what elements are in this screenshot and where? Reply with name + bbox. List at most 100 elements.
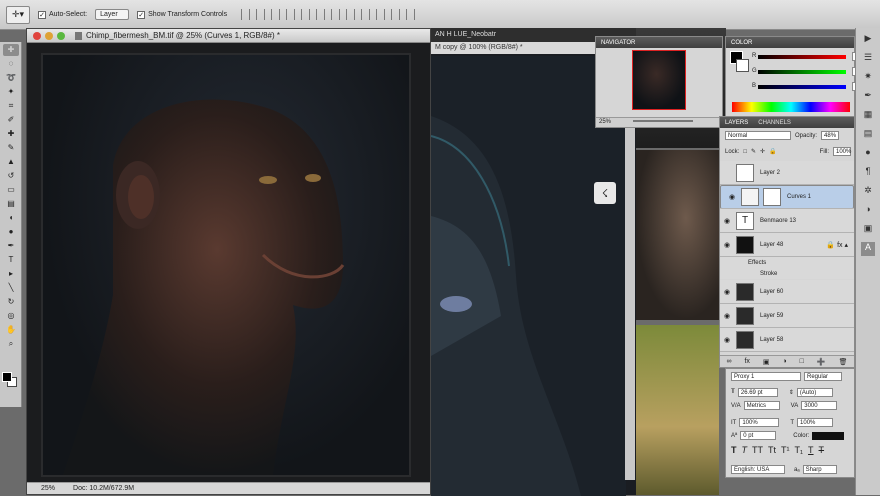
baseline-shift-field[interactable]: 0 pt [740, 431, 777, 440]
quick-select-tool-icon[interactable]: ✦ [3, 86, 19, 98]
show-transform-checkbox[interactable]: ✓ Show Transform Controls [137, 10, 227, 19]
layer-mask-thumbnail[interactable] [763, 188, 781, 206]
character-icon[interactable]: A [861, 242, 875, 256]
usb-icon[interactable]: ☇ [594, 182, 616, 204]
layer-row[interactable]: ◉ Layer 59 [720, 304, 854, 328]
auto-select-checkbox[interactable]: ✓ Auto-Select: [38, 10, 87, 19]
align-bottom-icon[interactable] [271, 9, 281, 20]
layer-row[interactable]: ◉ Layer 58 [720, 328, 854, 352]
distribute-top-icon[interactable] [331, 9, 341, 20]
g-slider[interactable] [758, 70, 846, 74]
zoom-icon[interactable] [57, 31, 65, 40]
r-slider[interactable] [758, 55, 846, 59]
horizontal-scale-field[interactable]: 100% [797, 418, 834, 427]
crop-tool-icon[interactable]: ⌗ [3, 100, 19, 112]
layer-name[interactable]: Layer 60 [760, 289, 783, 295]
subscript-icon[interactable]: T₁ [795, 445, 804, 455]
layer-name[interactable]: Benmaore 13 [760, 218, 796, 224]
canvas[interactable] [41, 53, 411, 477]
layer-name[interactable]: Layer 59 [760, 313, 783, 319]
clone-source-icon[interactable]: ✲ [861, 185, 875, 199]
layer-row[interactable]: ◉ Layer 48 🔒 fx ▴ [720, 233, 854, 257]
shape-tool-icon[interactable]: ╲ [3, 282, 19, 294]
opacity-field[interactable]: 48% [821, 131, 840, 140]
b-slider[interactable] [758, 85, 846, 89]
tab-color[interactable]: COLOR [726, 40, 757, 46]
eye-icon[interactable]: ◉ [725, 193, 739, 201]
stroke-effect-row[interactable]: Stroke [720, 268, 854, 279]
tab-channels[interactable]: CHANNELS [753, 120, 796, 126]
align-vcenter-icon[interactable] [256, 9, 266, 20]
type-tool-icon[interactable]: T [3, 254, 19, 266]
font-family-dropdown[interactable]: Proxy 1 [731, 372, 801, 381]
navigator-zoom[interactable]: 25% [599, 119, 611, 125]
color-spectrum[interactable] [732, 102, 850, 112]
eye-icon[interactable]: ◉ [720, 241, 734, 249]
checkbox-box[interactable]: ✓ [38, 10, 46, 19]
tab-navigator[interactable]: NAVIGATOR [596, 40, 640, 46]
swatches-icon[interactable]: ▦ [861, 109, 875, 123]
kerning-field[interactable]: Metrics [743, 401, 780, 410]
distribute-hcenter-icon[interactable] [391, 9, 401, 20]
layer-name[interactable]: Curves 1 [787, 194, 811, 200]
delete-layer-icon[interactable]: 🗑 [839, 358, 848, 366]
align-hcenter-icon[interactable] [301, 9, 311, 20]
link-layers-icon[interactable]: ∞ [726, 358, 731, 365]
blend-mode-dropdown[interactable]: Normal [725, 131, 791, 140]
hand-tool-icon[interactable]: ✋ [3, 324, 19, 336]
auto-select-target-dropdown[interactable]: Layer [95, 9, 130, 20]
new-group-icon[interactable]: □ [800, 358, 804, 365]
faux-italic-icon[interactable]: T [742, 445, 748, 455]
layer-row[interactable]: ◉ Curves 1 [720, 185, 854, 209]
pen-tool-icon[interactable]: ✒ [3, 240, 19, 252]
brush-tool-icon[interactable]: ✎ [3, 142, 19, 154]
adjustment-layer-icon[interactable]: ◑ [782, 358, 786, 365]
eyedropper-tool-icon[interactable]: ✐ [3, 114, 19, 126]
gradient-tool-icon[interactable]: ▤ [3, 198, 19, 210]
fx-icon[interactable]: 🔒 fx ▴ [826, 241, 848, 249]
styles-icon[interactable]: ● [861, 147, 875, 161]
antialias-dropdown[interactable]: Sharp [802, 465, 837, 474]
3d-orbit-tool-icon[interactable]: ◎ [3, 310, 19, 322]
clone-stamp-tool-icon[interactable]: ▲ [3, 156, 19, 168]
history-icon[interactable]: ☰ [861, 52, 875, 66]
masks-icon[interactable]: ◑ [861, 204, 875, 218]
doc-size[interactable]: Doc: 10.2M/672.9M [73, 485, 134, 492]
tab-layers[interactable]: LAYERS [720, 120, 753, 126]
layer-name[interactable]: Layer 2 [760, 170, 780, 176]
underline-icon[interactable]: T [808, 445, 814, 455]
lock-transparent-icon[interactable]: □ [743, 149, 747, 155]
tool-presets-icon[interactable]: ▤ [861, 128, 875, 142]
tool-preset-picker[interactable]: ✛▾ [6, 5, 30, 24]
brush-presets-icon[interactable]: ✷ [861, 71, 875, 85]
align-right-icon[interactable] [316, 9, 326, 20]
all-caps-icon[interactable]: TT [752, 445, 763, 455]
healing-tool-icon[interactable]: ✚ [3, 128, 19, 140]
layer-name[interactable]: Layer 58 [760, 337, 783, 343]
font-size-field[interactable]: 26.69 pt [737, 388, 778, 397]
tracking-field[interactable]: 3000 [801, 401, 838, 410]
vertical-scale-field[interactable]: 100% [739, 418, 780, 427]
faux-bold-icon[interactable]: T [731, 445, 737, 455]
leading-field[interactable]: (Auto) [796, 388, 833, 397]
eye-icon[interactable]: ◉ [720, 288, 734, 296]
lock-pixels-icon[interactable]: ✎ [751, 148, 756, 155]
eye-icon[interactable]: ◉ [720, 217, 734, 225]
path-select-tool-icon[interactable]: ▸ [3, 268, 19, 280]
superscript-icon[interactable]: T¹ [781, 445, 790, 455]
add-style-icon[interactable]: fx [744, 358, 749, 365]
close-icon[interactable] [33, 31, 41, 40]
distribute-left-icon[interactable] [376, 9, 386, 20]
minimize-icon[interactable] [45, 31, 53, 40]
foreground-color-swatch[interactable] [2, 372, 12, 382]
lock-position-icon[interactable]: ✛ [760, 148, 765, 155]
distribute-bottom-icon[interactable] [361, 9, 371, 20]
font-style-dropdown[interactable]: Regular [804, 372, 842, 381]
zoom-slider[interactable] [632, 120, 693, 123]
layer-row[interactable]: ◉ Layer 60 [720, 280, 854, 304]
layer-row[interactable]: ◉ T Benmaore 13 [720, 209, 854, 233]
paths-icon[interactable]: ✒ [861, 90, 875, 104]
eye-icon[interactable]: ◉ [720, 336, 734, 344]
eye-icon[interactable]: ◉ [720, 312, 734, 320]
add-mask-icon[interactable]: ▣ [763, 358, 770, 366]
